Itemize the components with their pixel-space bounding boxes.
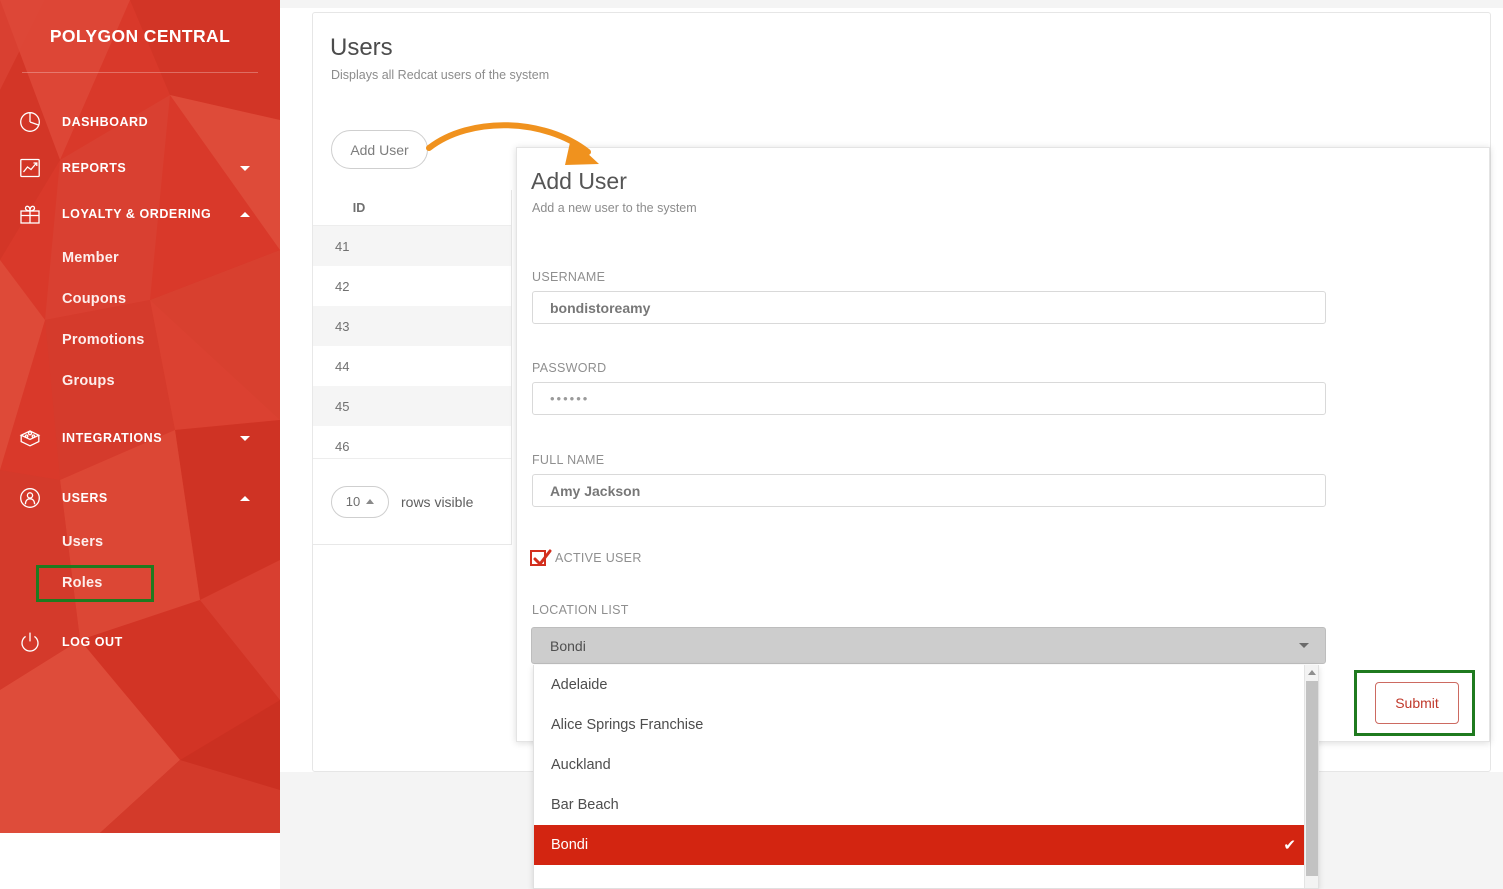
chevron-down-icon-location — [1299, 643, 1309, 648]
sidebar-label-users: USERS — [62, 491, 108, 505]
sidebar-label-dashboard: DASHBOARD — [62, 115, 149, 129]
sidebar-sublabel-coupons: Coupons — [62, 290, 127, 307]
active-user-checkbox[interactable]: ACTIVE USER — [530, 549, 642, 566]
sidebar-label-integrations: INTEGRATIONS — [62, 431, 163, 445]
power-icon — [18, 630, 62, 654]
sidebar-label-loyalty-ordering: LOYALTY & ORDERING — [62, 207, 212, 221]
table-row[interactable]: 41 — [313, 226, 511, 266]
location-select[interactable]: Bondi — [531, 627, 1326, 664]
sidebar-sublabel-roles: Roles — [62, 574, 103, 591]
location-dropdown-list: Adelaide Alice Springs Franchise Aucklan… — [533, 665, 1319, 889]
chevron-up-icon-loyalty[interactable] — [232, 211, 258, 217]
dropdown-option[interactable]: Alice Springs Franchise — [534, 705, 1318, 745]
sidebar-subitem-promotions[interactable]: Promotions — [0, 319, 280, 360]
chevron-down-icon-reports[interactable] — [232, 165, 258, 171]
dropdown-scrollbar[interactable] — [1304, 665, 1318, 888]
table-cell-id: 41 — [335, 238, 350, 254]
password-input[interactable] — [532, 382, 1326, 415]
app-root: POLYGON CENTRAL DASHBOARD REPORTS LOYALT… — [0, 0, 1503, 889]
chevron-up-icon-rows — [366, 499, 375, 504]
table-row[interactable]: 43 — [313, 306, 511, 346]
table-cell-id: 43 — [335, 318, 350, 334]
modal-subtitle: Add a new user to the system — [532, 201, 697, 215]
location-list-label: LOCATION LIST — [532, 603, 629, 617]
sidebar-item-logout[interactable]: LOG OUT — [0, 619, 280, 665]
location-select-value: Bondi — [550, 637, 586, 654]
dropdown-option-label: Bar Beach — [551, 797, 619, 813]
page-title: Users — [330, 34, 393, 61]
sidebar-label-reports: REPORTS — [62, 161, 127, 175]
annotation-arrow — [426, 122, 599, 165]
dropdown-option[interactable]: Adelaide — [534, 665, 1318, 705]
pie-chart-icon — [18, 110, 62, 134]
sidebar-item-reports[interactable]: REPORTS — [0, 145, 280, 191]
scrollbar-thumb[interactable] — [1306, 681, 1318, 876]
gift-icon — [18, 202, 62, 226]
dropdown-option[interactable]: Auckland — [534, 745, 1318, 785]
active-user-label: ACTIVE USER — [555, 551, 642, 565]
table-column-header-id: ID — [352, 200, 366, 215]
rows-visible-stepper[interactable]: 10 — [331, 485, 389, 518]
sidebar-subitem-roles[interactable]: Roles — [0, 562, 280, 603]
sidebar-label-logout: LOG OUT — [62, 635, 123, 649]
fullname-label: FULL NAME — [532, 453, 605, 467]
sidebar-sublabel-groups: Groups — [62, 372, 115, 389]
table-header-row: ID — [313, 190, 511, 226]
table-row[interactable]: 44 — [313, 346, 511, 386]
dropdown-option-label: Auckland — [551, 757, 611, 773]
dropdown-option-label: Bondi — [551, 837, 589, 853]
dropdown-option-selected[interactable]: Bondi ✔ — [534, 825, 1318, 865]
top-strip — [280, 0, 1503, 8]
sidebar-subitem-coupons[interactable]: Coupons — [0, 278, 280, 319]
table-cell-id: 42 — [335, 278, 350, 294]
user-circle-icon — [18, 486, 62, 510]
username-label: USERNAME — [532, 270, 606, 284]
table-row[interactable]: 45 — [313, 386, 511, 426]
rows-visible-value: 10 — [345, 494, 361, 509]
sidebar-item-users[interactable]: USERS — [0, 475, 280, 521]
sidebar-subitem-groups[interactable]: Groups — [0, 360, 280, 401]
dropdown-option[interactable] — [534, 865, 1318, 888]
checkbox-checked-icon — [530, 549, 552, 566]
sidebar-subitem-member[interactable]: Member — [0, 237, 280, 278]
brand-title: POLYGON CENTRAL — [49, 25, 231, 46]
table-cell-id: 45 — [335, 398, 350, 414]
add-user-modal: Add User Add a new user to the system US… — [516, 147, 1490, 742]
users-table: ID 41 42 43 44 45 46 10 rows visible — [312, 190, 512, 545]
table-cell-id: 46 — [335, 438, 350, 454]
check-icon: ✔ — [1283, 837, 1296, 854]
sidebar-item-integrations[interactable]: INTEGRATIONS — [0, 415, 280, 461]
table-footer: 10 rows visible — [313, 458, 511, 544]
table-row[interactable]: 42 — [313, 266, 511, 306]
page-subtitle: Displays all Redcat users of the system — [331, 68, 550, 82]
sidebar-subitem-users[interactable]: Users — [0, 521, 280, 562]
sidebar-nav: DASHBOARD REPORTS LOYALTY & ORDERING Mem… — [0, 73, 280, 665]
fullname-input[interactable] — [532, 474, 1326, 507]
password-label: PASSWORD — [532, 361, 607, 375]
integrations-box-icon — [18, 426, 62, 450]
sidebar-sublabel-promotions: Promotions — [62, 331, 145, 348]
submit-button[interactable]: Submit — [1375, 682, 1459, 724]
sidebar-sublabel-users: Users — [62, 533, 104, 550]
sidebar-item-loyalty-ordering[interactable]: LOYALTY & ORDERING — [0, 191, 280, 237]
chevron-down-icon-integrations[interactable] — [232, 435, 258, 441]
sidebar-sublabel-member: Member — [62, 249, 119, 266]
dropdown-option-label: Alice Springs Franchise — [551, 717, 704, 733]
sidebar-item-dashboard[interactable]: DASHBOARD — [0, 99, 280, 145]
chart-line-icon — [18, 156, 62, 180]
dropdown-option-label: Adelaide — [551, 677, 608, 693]
dropdown-option[interactable]: Bar Beach — [534, 785, 1318, 825]
chevron-up-icon-users[interactable] — [232, 495, 258, 501]
rows-visible-label: rows visible — [401, 493, 474, 510]
sidebar: POLYGON CENTRAL DASHBOARD REPORTS LOYALT… — [0, 0, 280, 833]
add-user-button[interactable]: Add User — [331, 130, 428, 169]
scroll-up-arrow-icon[interactable] — [1308, 670, 1316, 675]
sidebar-bottom-filler — [0, 833, 280, 889]
table-cell-id: 44 — [335, 358, 350, 374]
username-input[interactable] — [532, 291, 1326, 324]
